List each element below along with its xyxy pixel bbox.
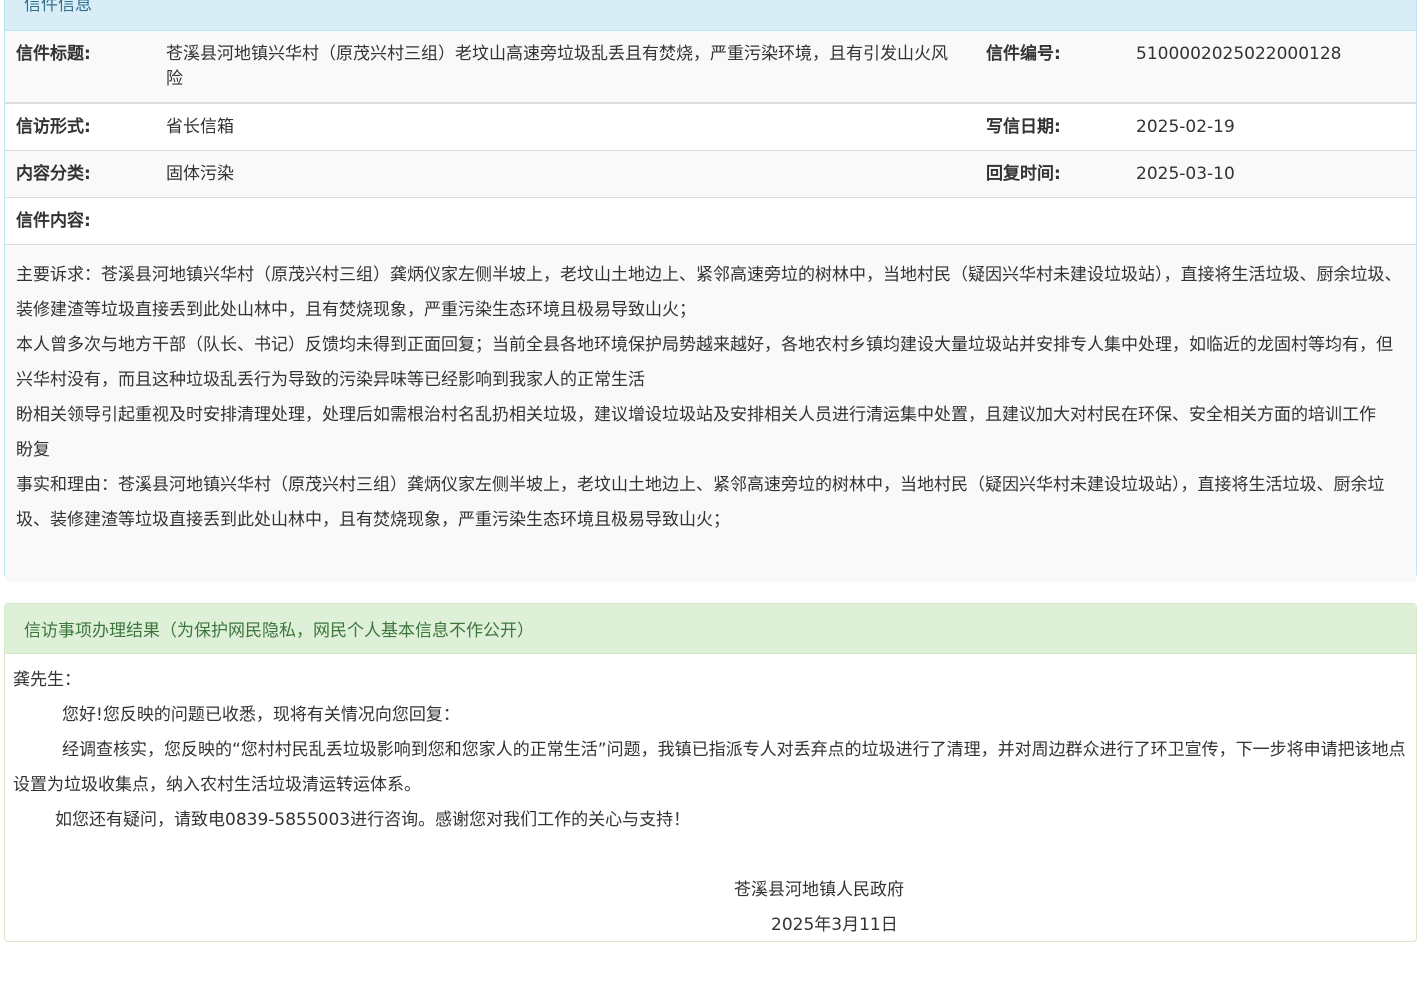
table-row: 信访形式: 省长信箱 写信日期: 2025-02-19 <box>5 102 1416 151</box>
content-label: 信件内容: <box>5 197 1416 244</box>
letter-content: 主要诉求：苍溪县河地镇兴华村（原茂兴村三组）龚炳仪家左侧半坡上，老坟山土地边上、… <box>5 244 1416 582</box>
form-value: 省长信箱 <box>155 102 975 151</box>
result-heading: 信访事项办理结果（为保护网民隐私，网民个人基本信息不作公开） <box>5 604 1416 654</box>
category-label: 内容分类: <box>5 150 155 198</box>
content-paragraph: 盼复 <box>16 440 50 460</box>
reply-paragraph: 您好!您反映的问题已收悉，现将有关情况向您回复： <box>62 705 460 725</box>
category-value: 固体污染 <box>155 150 975 198</box>
write-date-value: 2025-02-19 <box>1125 102 1416 151</box>
reply-salutation: 龚先生： <box>13 670 81 690</box>
content-paragraph: 盼相关领导引起重视及时安排清理处理，处理后如需根治村名乱扔相关垃圾，建议增设垃圾… <box>16 405 1376 425</box>
reply-paragraph: 如您还有疑问，请致电0839-5855003进行咨询。感谢您对我们工作的关心与支… <box>55 810 691 830</box>
letter-info-heading: 信件信息 <box>5 0 1416 31</box>
table-row: 内容分类: 固体污染 回复时间: 2025-03-10 <box>5 150 1416 198</box>
reply-body: 龚先生： 您好!您反映的问题已收悉，现将有关情况向您回复： 经调查核实，您反映的… <box>5 654 1416 943</box>
content-paragraph: 主要诉求：苍溪县河地镇兴华村（原茂兴村三组）龚炳仪家左侧半坡上，老坟山土地边上、… <box>16 265 1402 320</box>
reply-date: 2025年3月11日 <box>771 915 898 935</box>
table-row: 信件标题: 苍溪县河地镇兴华村（原茂兴村三组）老坟山高速旁垃圾乱丢且有焚烧，严重… <box>5 31 1416 103</box>
reply-signature: 苍溪县河地镇人民政府 <box>734 880 904 900</box>
result-panel: 信访事项办理结果（为保护网民隐私，网民个人基本信息不作公开） 龚先生： 您好!您… <box>4 603 1417 942</box>
table-row: 信件内容: <box>5 197 1416 244</box>
letter-info-table: 信件标题: 苍溪县河地镇兴华村（原茂兴村三组）老坟山高速旁垃圾乱丢且有焚烧，严重… <box>5 31 1416 244</box>
title-value: 苍溪县河地镇兴华村（原茂兴村三组）老坟山高速旁垃圾乱丢且有焚烧，严重污染环境，且… <box>155 31 975 103</box>
number-value: 5100002025022000128 <box>1125 31 1416 103</box>
reply-time-label: 回复时间: <box>975 150 1125 198</box>
content-paragraph: 本人曾多次与地方干部（队长、书记）反馈均未得到正面回复；当前全县各地环境保护局势… <box>16 335 1393 390</box>
content-paragraph: 事实和理由：苍溪县河地镇兴华村（原茂兴村三组）龚炳仪家左侧半坡上，老坟山土地边上… <box>16 475 1385 530</box>
write-date-label: 写信日期: <box>975 102 1125 151</box>
reply-paragraph: 经调查核实，您反映的“您村村民乱丢垃圾影响到您和您家人的正常生活”问题，我镇已指… <box>13 740 1406 795</box>
title-label: 信件标题: <box>5 31 155 103</box>
letter-info-panel: 信件信息 信件标题: 苍溪县河地镇兴华村（原茂兴村三组）老坟山高速旁垃圾乱丢且有… <box>4 0 1417 582</box>
reply-time-value: 2025-03-10 <box>1125 150 1416 198</box>
number-label: 信件编号: <box>975 31 1125 103</box>
form-label: 信访形式: <box>5 102 155 151</box>
